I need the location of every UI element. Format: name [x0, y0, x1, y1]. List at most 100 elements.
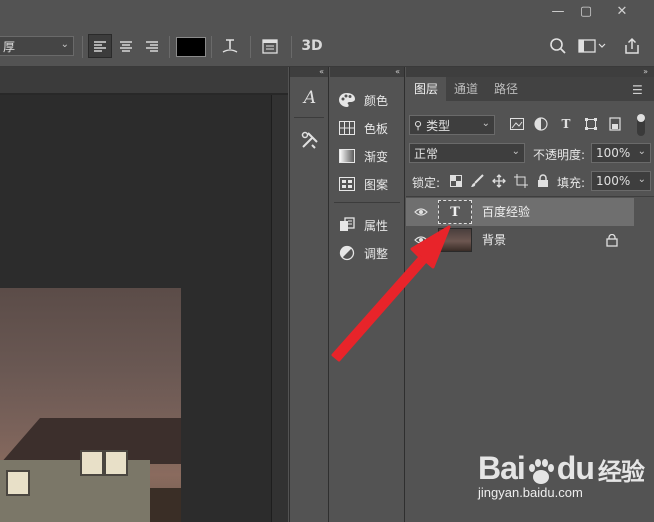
lock-all-icon[interactable]: [535, 173, 551, 189]
align-left-icon[interactable]: [88, 34, 112, 58]
divider: [294, 117, 324, 118]
divider: [406, 196, 654, 197]
divider: [291, 36, 292, 58]
house-window: [6, 470, 30, 496]
watermark-brand-cn: 经验: [597, 459, 645, 486]
pattern-icon: [338, 176, 356, 192]
search-icon: ⚲: [414, 118, 423, 132]
lock-transparent-icon[interactable]: [448, 173, 464, 189]
document-tab-bar: [0, 67, 288, 93]
chevron-down-icon: ⌄: [637, 146, 646, 157]
opacity-input[interactable]: 100% ⌄: [591, 143, 651, 163]
filter-smart-object-icon[interactable]: [607, 116, 623, 132]
collapse-chevron-icon[interactable]: «: [330, 67, 404, 77]
character-paragraph-panel-icon[interactable]: [259, 34, 281, 58]
align-right-icon[interactable]: [140, 34, 164, 58]
paw-icon: [526, 457, 556, 485]
filter-shape-icon[interactable]: [583, 116, 599, 132]
gradient-icon: [338, 148, 356, 164]
tools-preset-icon[interactable]: [297, 127, 323, 153]
divider: [250, 36, 251, 58]
properties-icon: [338, 217, 356, 233]
font-style-value: 厚: [3, 39, 16, 54]
visibility-eye-icon[interactable]: [414, 205, 428, 219]
character-panel-icon[interactable]: A: [297, 85, 323, 111]
watermark-brand-a: Bai: [478, 450, 526, 486]
panel-item-label: 渐变: [364, 149, 389, 164]
panel-menu-icon[interactable]: ☰: [632, 83, 643, 97]
baidu-jingyan-watermark: Bai du 经验 jingyan.baidu.com: [478, 450, 645, 500]
panel-item-label: 属性: [364, 218, 389, 233]
divider: [334, 202, 400, 203]
layer-row[interactable]: T 百度经验: [406, 198, 634, 226]
layer-name: 百度经验: [482, 205, 531, 219]
lock-artboard-icon[interactable]: [513, 173, 529, 189]
opacity-label: 不透明度:: [533, 148, 586, 162]
vertical-scrollbar[interactable]: [272, 95, 288, 522]
house-window: [104, 450, 128, 476]
house-wall: [0, 450, 150, 522]
blend-mode-select[interactable]: 正常 ⌄: [409, 143, 525, 163]
maximize-icon[interactable]: ▢: [570, 0, 602, 22]
lock-pixels-brush-icon[interactable]: [469, 173, 485, 189]
text-color-swatch[interactable]: [176, 37, 206, 57]
panel-item-gradient[interactable]: 渐变: [338, 144, 388, 168]
canvas-image: [0, 288, 181, 522]
chevron-down-icon: ⌄: [60, 39, 69, 50]
panel-item-swatches[interactable]: 色板: [338, 116, 388, 140]
close-icon[interactable]: ✕: [606, 0, 638, 22]
filter-kind-value: 类型: [426, 118, 451, 133]
fill-input[interactable]: 100% ⌄: [591, 171, 651, 191]
text-layer-glyph: T: [450, 204, 460, 220]
watermark-url: jingyan.baidu.com: [478, 485, 583, 500]
lock-label: 锁定:: [412, 176, 441, 190]
text-layer-thumbnail: T: [438, 200, 472, 224]
share-icon[interactable]: [620, 34, 644, 58]
search-icon[interactable]: [546, 34, 570, 58]
collapse-chevron-icon[interactable]: «: [290, 67, 328, 77]
tab-paths[interactable]: 路径: [486, 77, 526, 101]
chevron-down-icon: ⌄: [481, 118, 490, 129]
panel-item-properties[interactable]: 属性: [338, 213, 388, 237]
fill-label: 填充:: [557, 176, 586, 190]
opacity-value: 100%: [596, 146, 631, 160]
3d-button[interactable]: 3D: [298, 34, 326, 58]
lock-fill-row: 锁定: 填充: 100% ⌄: [406, 168, 654, 196]
filter-adjustment-icon[interactable]: [533, 116, 549, 132]
panels-column: « 颜色 色板 渐变 图案 属性 调整: [330, 67, 405, 522]
tab-channels[interactable]: 通道: [446, 77, 486, 101]
3d-label: 3D: [301, 38, 323, 54]
blend-mode-value: 正常: [414, 146, 439, 161]
visibility-eye-icon[interactable]: [414, 233, 428, 247]
blend-opacity-row: 正常 ⌄ 不透明度: 100% ⌄: [406, 140, 654, 168]
align-center-icon[interactable]: [114, 34, 138, 58]
filter-type-icon[interactable]: T: [558, 116, 574, 132]
layers-scroll-track: [634, 198, 654, 254]
font-style-select[interactable]: 厚 ⌄: [0, 36, 74, 56]
layer-row[interactable]: 背景: [406, 226, 634, 254]
chevron-down-icon: ⌄: [637, 174, 646, 185]
panel-item-color[interactable]: 颜色: [338, 88, 388, 112]
tool-panel-column: « A: [289, 67, 329, 522]
panel-item-label: 调整: [364, 246, 389, 261]
expand-chevron-icon[interactable]: »: [406, 67, 654, 77]
panel-item-pattern[interactable]: 图案: [338, 172, 388, 196]
adjustments-icon: [338, 245, 356, 261]
filter-pixel-icon[interactable]: [509, 116, 525, 132]
panel-item-adjustments[interactable]: 调整: [338, 241, 388, 265]
chevron-down-icon: ⌄: [511, 146, 520, 157]
filter-kind-select[interactable]: ⚲ 类型 ⌄: [409, 115, 495, 135]
watermark-logo: Bai du 经验: [478, 450, 645, 487]
layers-panel-tabs: 图层 通道 路径 ☰: [406, 77, 654, 101]
lock-position-move-icon[interactable]: [491, 173, 507, 189]
swatches-grid-icon: [338, 120, 356, 136]
panel-item-label: 颜色: [364, 93, 389, 108]
filter-toggle[interactable]: [637, 114, 645, 136]
house-window: [80, 450, 104, 476]
warp-text-icon[interactable]: [219, 34, 241, 58]
workspace-select-icon[interactable]: [576, 34, 610, 58]
divider: [82, 36, 83, 58]
divider: [211, 36, 212, 58]
ground: [150, 488, 181, 522]
tab-layers[interactable]: 图层: [406, 77, 447, 101]
